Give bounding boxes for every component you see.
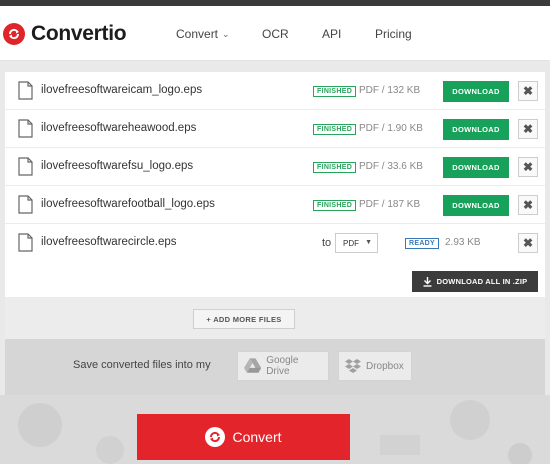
dropbox-icon bbox=[345, 358, 361, 373]
status-badge: FINISHED bbox=[313, 162, 357, 173]
status-badge: READY bbox=[405, 238, 440, 249]
nav-ocr[interactable]: OCR bbox=[262, 27, 289, 41]
file-icon bbox=[18, 233, 33, 252]
close-icon: ✖ bbox=[522, 122, 534, 136]
download-button[interactable]: DOWNLOAD bbox=[443, 195, 509, 216]
download-all-label: DOWNLOAD ALL IN .ZIP bbox=[436, 277, 528, 286]
nav-pricing[interactable]: Pricing bbox=[375, 27, 412, 41]
convert-icon bbox=[205, 427, 226, 447]
file-icon bbox=[18, 81, 33, 100]
status-badge: FINISHED bbox=[313, 86, 357, 97]
status-badge: FINISHED bbox=[313, 200, 357, 211]
download-button[interactable]: DOWNLOAD bbox=[443, 81, 509, 102]
output-format-select[interactable]: PDF ▼ bbox=[335, 233, 378, 253]
logo[interactable]: Convertio bbox=[3, 20, 127, 48]
status-badge: FINISHED bbox=[313, 124, 357, 135]
file-size: PDF / 132 KB bbox=[359, 85, 421, 96]
dropbox-button[interactable]: Dropbox bbox=[338, 351, 412, 381]
close-icon: ✖ bbox=[522, 84, 534, 98]
file-row: ilovefreesoftwarefsu_logo.eps FINISHED P… bbox=[5, 148, 545, 186]
file-row: ilovefreesoftwarefootball_logo.eps FINIS… bbox=[5, 186, 545, 224]
remove-file-button[interactable]: ✖ bbox=[518, 233, 538, 253]
close-icon: ✖ bbox=[522, 160, 534, 174]
brand-name: Convertio bbox=[31, 22, 127, 45]
google-drive-label: Google Drive bbox=[266, 355, 299, 377]
download-button[interactable]: DOWNLOAD bbox=[443, 119, 509, 140]
header: Convertio Convert ⌄ OCR API Pricing bbox=[0, 6, 550, 61]
download-button[interactable]: DOWNLOAD bbox=[443, 157, 509, 178]
to-label: to bbox=[322, 237, 332, 249]
dropbox-label: Dropbox bbox=[366, 360, 404, 372]
nav-convert-label: Convert bbox=[176, 27, 219, 41]
file-row: ilovefreesoftwareicam_logo.eps FINISHED … bbox=[5, 72, 545, 110]
file-name: ilovefreesoftwareheawood.eps bbox=[41, 122, 197, 134]
save-label: Save converted files into my bbox=[73, 359, 211, 371]
nav-api[interactable]: API bbox=[322, 27, 341, 41]
save-to-cloud-area: Save converted files into my Google Driv… bbox=[5, 339, 545, 395]
file-name: ilovefreesoftwareicam_logo.eps bbox=[41, 84, 203, 96]
google-drive-button[interactable]: Google Drive bbox=[237, 351, 329, 381]
google-drive-icon bbox=[244, 358, 262, 373]
close-icon: ✖ bbox=[522, 198, 534, 212]
caret-down-icon: ▼ bbox=[365, 239, 372, 246]
remove-file-button[interactable]: ✖ bbox=[518, 119, 538, 139]
file-list-panel: ilovefreesoftwareicam_logo.eps FINISHED … bbox=[5, 72, 545, 297]
file-size: 2.93 KB bbox=[445, 237, 481, 248]
add-more-area: + ADD MORE FILES bbox=[5, 297, 545, 339]
remove-file-button[interactable]: ✖ bbox=[518, 81, 538, 101]
file-row: ilovefreesoftwareheawood.eps FINISHED PD… bbox=[5, 110, 545, 148]
close-icon: ✖ bbox=[522, 236, 534, 250]
file-size: PDF / 33.6 KB bbox=[359, 161, 423, 172]
remove-file-button[interactable]: ✖ bbox=[518, 195, 538, 215]
file-icon bbox=[18, 195, 33, 214]
convert-label: Convert bbox=[232, 429, 282, 445]
file-row-pending: ilovefreesoftwarecircle.eps to PDF ▼ REA… bbox=[5, 224, 545, 262]
nav-convert[interactable]: Convert ⌄ bbox=[176, 27, 230, 41]
convertio-logo-icon bbox=[3, 23, 25, 45]
file-name: ilovefreesoftwarefsu_logo.eps bbox=[41, 160, 194, 172]
file-size: PDF / 1.90 KB bbox=[359, 123, 423, 134]
file-size: PDF / 187 KB bbox=[359, 199, 421, 210]
file-icon bbox=[18, 119, 33, 138]
remove-file-button[interactable]: ✖ bbox=[518, 157, 538, 177]
download-icon bbox=[423, 276, 432, 287]
download-all-zip-button[interactable]: DOWNLOAD ALL IN .ZIP bbox=[412, 271, 538, 292]
file-icon bbox=[18, 157, 33, 176]
add-more-files-button[interactable]: + ADD MORE FILES bbox=[193, 309, 295, 329]
format-value: PDF bbox=[343, 238, 359, 248]
file-name: ilovefreesoftwarecircle.eps bbox=[41, 236, 177, 248]
convert-button[interactable]: Convert bbox=[137, 414, 350, 460]
file-name: ilovefreesoftwarefootball_logo.eps bbox=[41, 198, 215, 210]
chevron-down-icon: ⌄ bbox=[222, 28, 230, 39]
